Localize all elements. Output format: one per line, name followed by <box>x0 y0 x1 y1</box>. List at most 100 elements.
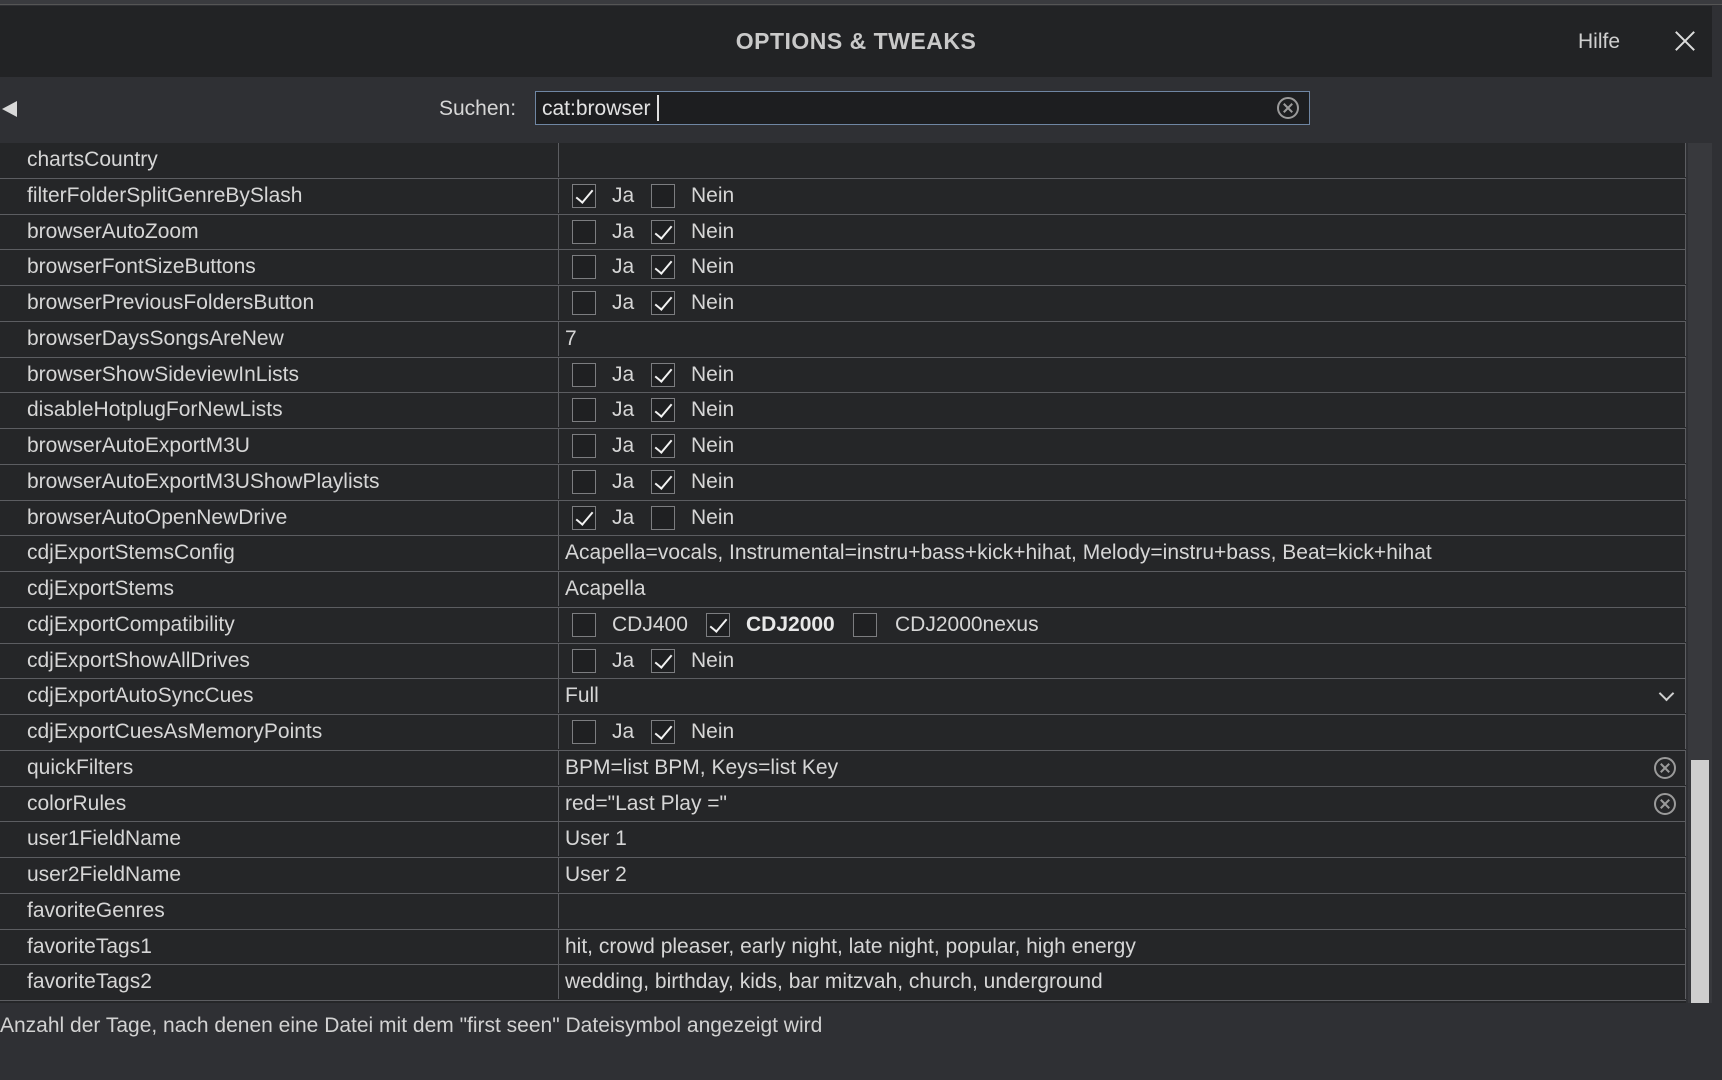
option-checkbox[interactable] <box>706 612 730 637</box>
setting-name: favoriteTags2 <box>0 965 559 1000</box>
no-checkbox[interactable] <box>651 219 675 244</box>
no-label: Nein <box>691 648 735 672</box>
yes-checkbox[interactable] <box>572 362 596 387</box>
setting-value-cell[interactable]: red="Last Play =" <box>559 786 1686 821</box>
setting-name: cdjExportStemsConfig <box>0 536 559 571</box>
setting-value-cell[interactable]: Ja Nein <box>559 178 1686 213</box>
setting-row: browserDaysSongsAreNew 7 <box>0 321 1686 358</box>
setting-value-cell[interactable]: BPM=list BPM, Keys=list Key <box>559 750 1686 785</box>
yes-label: Ja <box>612 219 635 243</box>
setting-row: browserAutoExportM3UShowPlaylists Ja Nein <box>0 464 1686 501</box>
setting-value-cell[interactable] <box>559 893 1686 928</box>
option-checkbox[interactable] <box>572 612 596 637</box>
clear-value-icon[interactable] <box>1654 792 1676 815</box>
setting-value-cell[interactable]: Ja Nein <box>559 464 1686 499</box>
setting-value-cell[interactable]: User 1 <box>559 822 1686 857</box>
window-title: OPTIONS & TWEAKS <box>735 28 977 54</box>
option-label: CDJ2000nexus <box>895 612 1039 636</box>
setting-row: favoriteGenres <box>0 893 1686 930</box>
setting-value-cell[interactable]: Full <box>559 679 1686 714</box>
setting-value-cell[interactable] <box>559 143 1686 177</box>
option-checkbox[interactable] <box>853 612 877 637</box>
setting-row: favoriteTags1 hit, crowd pleaser, early n… <box>0 929 1686 966</box>
no-label: Nein <box>691 362 735 386</box>
setting-description: Anzahl der Tage, nach denen eine Datei m… <box>0 1014 823 1037</box>
clear-value-icon[interactable] <box>1654 756 1676 779</box>
setting-name: browserPreviousFoldersButton <box>0 286 559 320</box>
help-button[interactable]: Hilfe <box>1578 6 1620 77</box>
setting-name: user2FieldName <box>0 858 559 892</box>
no-checkbox[interactable] <box>651 720 675 744</box>
setting-name: favoriteGenres <box>0 893 559 928</box>
setting-row: cdjExportAutoSyncCues Full <box>0 679 1686 715</box>
no-label: Nein <box>691 720 735 743</box>
yes-checkbox[interactable] <box>572 183 596 208</box>
yes-checkbox[interactable] <box>572 291 596 315</box>
no-checkbox[interactable] <box>651 434 675 458</box>
setting-row: browserAutoOpenNewDrive Ja Nein <box>0 500 1686 537</box>
search-input-value: cat:browser <box>542 97 651 120</box>
setting-value-cell[interactable]: Ja Nein <box>559 429 1686 463</box>
setting-value-cell[interactable]: Ja Nein <box>559 715 1686 749</box>
clear-search-icon[interactable] <box>1277 97 1299 119</box>
setting-value-cell[interactable]: Ja Nein <box>559 286 1686 320</box>
yes-checkbox[interactable] <box>572 255 596 280</box>
setting-name: colorRules <box>0 786 559 821</box>
yes-checkbox[interactable] <box>572 720 596 744</box>
setting-row: user1FieldName User 1 <box>0 822 1686 858</box>
chevron-down-icon[interactable] <box>1658 685 1675 702</box>
yes-checkbox[interactable] <box>572 469 596 494</box>
scrollbar-thumb[interactable] <box>1691 760 1709 1003</box>
no-checkbox[interactable] <box>651 648 675 673</box>
setting-name: cdjExportShowAllDrives <box>0 643 559 678</box>
yes-label: Ja <box>612 291 635 314</box>
collapse-left-arrow-icon[interactable] <box>2 101 17 117</box>
setting-value: red="Last Play =" <box>565 791 728 815</box>
description-bar: Anzahl der Tage, nach denen eine Datei m… <box>0 1004 1712 1080</box>
no-label: Nein <box>691 291 735 314</box>
option-label: CDJ2000 <box>746 612 835 636</box>
no-checkbox[interactable] <box>651 469 675 494</box>
setting-value-cell[interactable]: Ja Nein <box>559 643 1686 678</box>
setting-row: chartsCountry <box>0 143 1686 179</box>
setting-value: hit, crowd pleaser, early night, late ni… <box>565 934 1136 958</box>
no-label: Nein <box>691 505 735 529</box>
search-label: Suchen: <box>439 97 517 120</box>
setting-value-cell[interactable]: CDJ400 CDJ2000 CDJ2000nexus <box>559 607 1686 642</box>
setting-value-cell[interactable]: 7 <box>559 321 1686 356</box>
setting-value: 7 <box>565 326 577 350</box>
no-checkbox[interactable] <box>651 505 675 530</box>
yes-checkbox[interactable] <box>572 434 596 458</box>
yes-label: Ja <box>612 183 635 207</box>
setting-row: user2FieldName User 2 <box>0 858 1686 894</box>
setting-value-cell[interactable]: wedding, birthday, kids, bar mitzvah, ch… <box>559 965 1686 1000</box>
no-checkbox[interactable] <box>651 183 675 208</box>
no-label: Nein <box>691 398 735 422</box>
setting-value-cell[interactable]: User 2 <box>559 858 1686 892</box>
search-input[interactable]: cat:browser <box>535 91 1310 125</box>
setting-value-cell[interactable]: Ja Nein <box>559 500 1686 535</box>
close-icon[interactable] <box>1672 28 1698 54</box>
no-checkbox[interactable] <box>651 398 675 423</box>
yes-checkbox[interactable] <box>572 219 596 244</box>
yes-checkbox[interactable] <box>572 505 596 530</box>
setting-name: user1FieldName <box>0 822 559 857</box>
yes-label: Ja <box>612 362 635 386</box>
setting-value: Acapella <box>565 577 646 600</box>
setting-name: browserShowSideviewInLists <box>0 357 559 392</box>
no-checkbox[interactable] <box>651 291 675 315</box>
setting-value-cell[interactable]: hit, crowd pleaser, early night, late ni… <box>559 929 1686 964</box>
setting-value-cell[interactable]: Acapella=vocals, Instrumental=instru+bas… <box>559 536 1686 571</box>
no-checkbox[interactable] <box>651 255 675 280</box>
no-checkbox[interactable] <box>651 362 675 387</box>
setting-value-cell[interactable]: Acapella <box>559 572 1686 606</box>
setting-value-cell[interactable]: Ja Nein <box>559 214 1686 249</box>
setting-value-cell[interactable]: Ja Nein <box>559 393 1686 428</box>
no-label: Nein <box>691 469 735 493</box>
search-bar: Suchen: cat:browser <box>0 77 1712 141</box>
setting-value-cell[interactable]: Ja Nein <box>559 357 1686 392</box>
yes-checkbox[interactable] <box>572 648 596 673</box>
yes-checkbox[interactable] <box>572 398 596 423</box>
yes-label: Ja <box>612 255 635 279</box>
setting-value-cell[interactable]: Ja Nein <box>559 250 1686 285</box>
